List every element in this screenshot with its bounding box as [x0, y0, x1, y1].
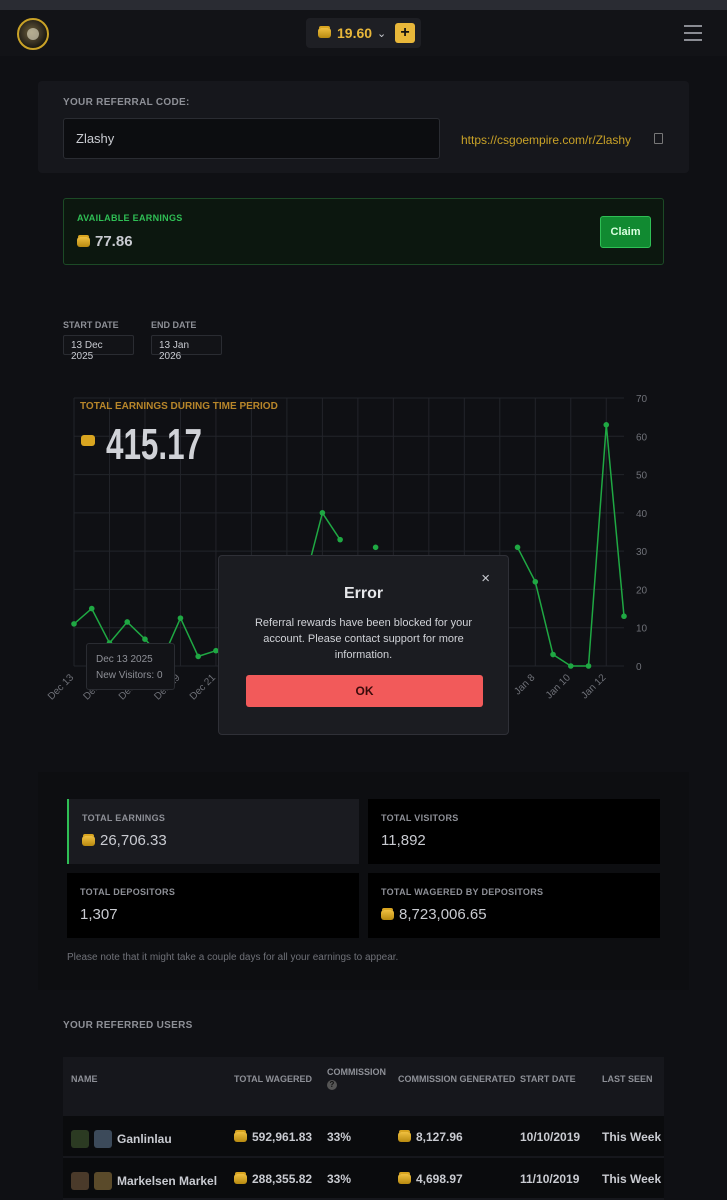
data-point: [514, 544, 521, 551]
referral-code-input[interactable]: [63, 118, 440, 159]
referral-code-card: YOUR REFERRAL CODE: https://csgoempire.c…: [38, 81, 689, 173]
hamburger-menu-icon[interactable]: [684, 25, 702, 41]
modal-message: Referral rewards have been blocked for y…: [254, 617, 473, 661]
coin-icon: [234, 1132, 247, 1142]
data-point: [532, 578, 539, 585]
chevron-down-icon: ⌄: [377, 27, 387, 40]
col-commission[interactable]: COMMISSION?: [327, 1066, 386, 1090]
total-earnings-value: 26,706.33: [100, 832, 167, 849]
available-earnings-label: AVAILABLE EARNINGS: [77, 213, 183, 223]
coin-icon: [318, 28, 331, 38]
data-point: [337, 536, 343, 543]
col-commission-generated[interactable]: COMMISSION GENERATED: [398, 1073, 515, 1085]
data-point: [319, 510, 326, 516]
col-last-seen[interactable]: LAST SEEN: [602, 1073, 653, 1085]
available-earnings-value: 77.86: [95, 233, 133, 250]
y-tick-label: 0: [636, 662, 642, 673]
y-tick-label: 60: [636, 432, 648, 443]
total-depositors-value: 1,307: [80, 906, 118, 923]
y-tick-label: 70: [636, 394, 648, 405]
x-tick-label: Jan 10: [544, 672, 573, 701]
referral-link[interactable]: https://csgoempire.com/r/Zlashy: [461, 133, 631, 147]
data-point: [585, 663, 592, 669]
col-name[interactable]: NAME: [71, 1073, 98, 1085]
coin-icon: [398, 1174, 411, 1184]
x-tick-label: Jan 8: [512, 672, 537, 697]
total-wagered-value: 8,723,006.65: [399, 906, 487, 923]
earnings-note: Please note that it might take a couple …: [67, 952, 399, 963]
header: 19.60 ⌄ +: [0, 10, 727, 56]
data-point: [177, 615, 184, 621]
table-row[interactable]: Ganlinlau 592,961.83 33% 8,127.96 10/10/…: [63, 1116, 664, 1156]
chart-title: TOTAL EARNINGS DURING TIME PERIOD: [80, 401, 278, 412]
coin-icon: [234, 1174, 247, 1184]
rank-icon: [94, 1172, 112, 1190]
y-tick-label: 10: [636, 624, 648, 635]
top-strip: [0, 0, 727, 10]
data-point: [195, 653, 201, 660]
error-modal: × Error Referral rewards have been block…: [218, 555, 509, 735]
col-start-date[interactable]: START DATE: [520, 1073, 576, 1085]
coin-icon: [398, 1132, 411, 1142]
total-wagered-card: TOTAL WAGERED BY DEPOSITORS 8,723,006.65: [368, 873, 660, 938]
data-point: [88, 605, 95, 612]
avatar: [71, 1172, 89, 1190]
referral-code-label: YOUR REFERRAL CODE:: [63, 97, 190, 108]
ok-button[interactable]: OK: [246, 675, 483, 707]
data-point: [550, 651, 556, 658]
y-tick-label: 30: [636, 547, 648, 558]
x-tick-label: Dec 13: [46, 672, 76, 702]
total-depositors-card: TOTAL DEPOSITORS 1,307: [67, 873, 359, 938]
end-date-input[interactable]: 13 Jan 2026: [151, 335, 222, 362]
data-point: [71, 621, 77, 627]
copy-icon[interactable]: [654, 133, 663, 144]
balance-amount: 19.60: [337, 25, 373, 41]
modal-title: Error: [343, 585, 384, 602]
tooltip-text: New Visitors: 0: [96, 670, 163, 681]
total-visitors-card: TOTAL VISITORS 11,892: [368, 799, 660, 864]
data-point: [372, 544, 379, 551]
total-depositors-label: TOTAL DEPOSITORS: [80, 887, 176, 897]
data-point: [621, 613, 627, 620]
avatar: [71, 1130, 89, 1148]
coin-icon: [381, 909, 394, 920]
x-tick-label: Jan 12: [579, 672, 608, 701]
total-earnings-card: TOTAL EARNINGS 26,706.33: [67, 799, 359, 864]
y-tick-label: 50: [636, 471, 648, 482]
coin-icon: [81, 435, 95, 446]
deposit-button[interactable]: +: [395, 23, 415, 43]
start-date-input[interactable]: 13 Dec 2025: [63, 335, 134, 362]
total-wagered-label: TOTAL WAGERED BY DEPOSITORS: [381, 887, 544, 897]
claim-button[interactable]: Claim: [600, 216, 651, 248]
y-tick-label: 40: [636, 509, 648, 520]
tooltip-date: Dec 13 2025: [96, 654, 153, 665]
coin-icon: [77, 236, 90, 247]
referred-users-table: NAME TOTAL WAGERED COMMISSION? COMMISSIO…: [63, 1057, 664, 1200]
data-point: [567, 663, 574, 669]
total-visitors-label: TOTAL VISITORS: [381, 813, 459, 823]
chart-tooltip: Dec 13 2025 New Visitors: 0: [86, 643, 175, 690]
x-tick-label: Dec 21: [188, 672, 218, 702]
col-total-wagered[interactable]: TOTAL WAGERED: [234, 1073, 312, 1085]
y-tick-label: 20: [636, 585, 648, 596]
balance-dropdown[interactable]: 19.60 ⌄ +: [306, 18, 421, 48]
rank-icon: [94, 1130, 112, 1148]
referred-users-label: YOUR REFERRED USERS: [63, 1020, 193, 1031]
site-logo[interactable]: [17, 18, 49, 50]
data-point: [142, 636, 148, 642]
total-earnings-label: TOTAL EARNINGS: [82, 813, 166, 823]
coin-icon: [82, 835, 95, 846]
start-date-label: START DATE: [63, 320, 119, 330]
chart-total: 415.17: [106, 420, 202, 469]
total-visitors-value: 11,892: [381, 832, 426, 849]
table-row[interactable]: Markelsen Markel 288,355.82 33% 4,698.97…: [63, 1158, 664, 1198]
close-icon[interactable]: ×: [481, 570, 490, 587]
data-point: [124, 619, 131, 625]
available-earnings-card: AVAILABLE EARNINGS 77.86 Claim: [63, 198, 664, 265]
data-point: [603, 422, 610, 428]
end-date-label: END DATE: [151, 320, 197, 330]
help-icon[interactable]: ?: [327, 1080, 337, 1090]
